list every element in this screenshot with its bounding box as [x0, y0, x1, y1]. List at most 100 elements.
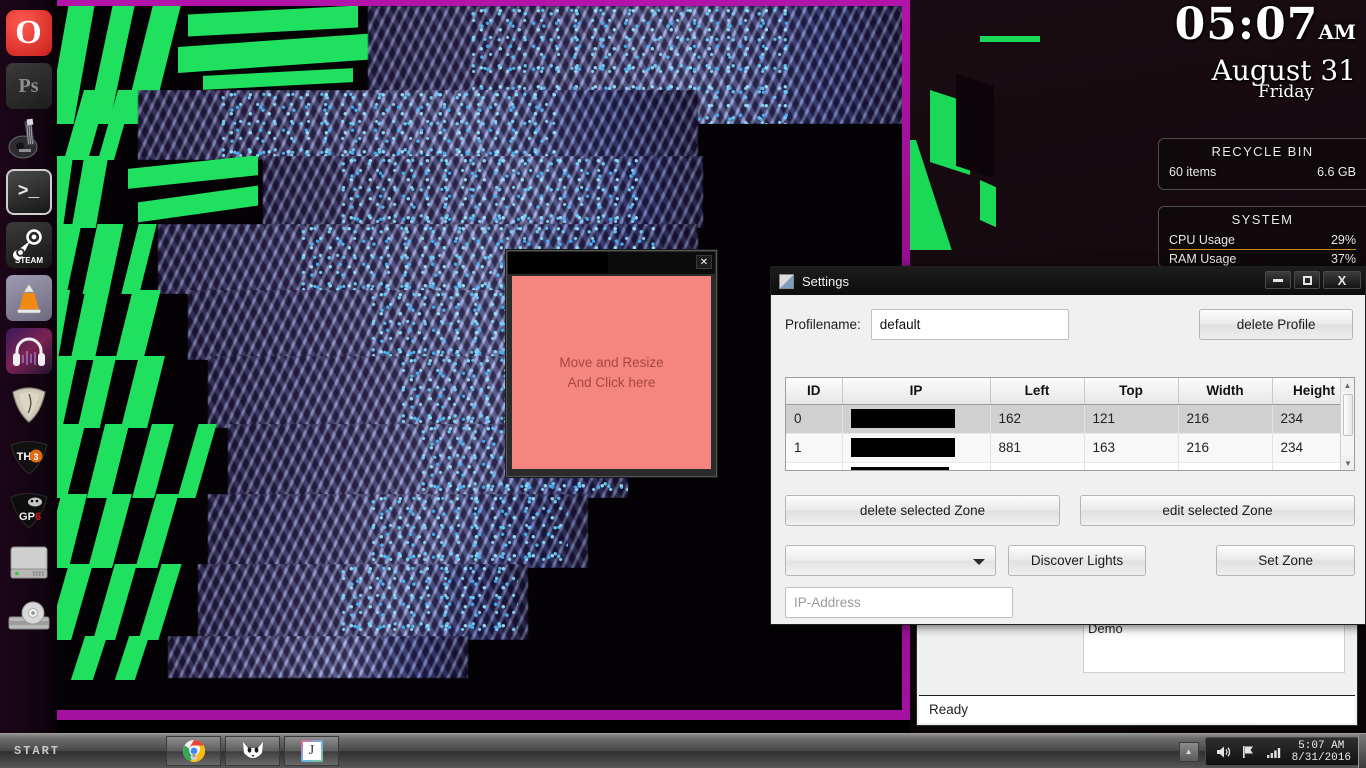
settings-app-icon — [779, 274, 794, 289]
volume-icon[interactable] — [1216, 745, 1232, 759]
profilename-label: Profilename: — [785, 317, 861, 332]
tray-clock-date: 8/31/2016 — [1292, 752, 1351, 764]
dock-icon-terminal[interactable]: >_ — [6, 169, 52, 215]
cpu-usage-label: CPU Usage — [1169, 233, 1235, 247]
ram-usage-value: 37% — [1331, 252, 1356, 266]
th3-pick-icon: TH 3 — [7, 437, 51, 477]
lights-dropdown[interactable] — [785, 545, 996, 576]
tray-clock-time: 5:07 AM — [1292, 740, 1351, 752]
window-controls: X — [1265, 271, 1361, 289]
cell-left: 556 — [990, 462, 1084, 471]
demo-list-box[interactable]: Demo — [1083, 619, 1345, 673]
cell-width: 216 — [1178, 404, 1272, 433]
flag-icon[interactable] — [1242, 745, 1256, 759]
dock-icon-gp6[interactable]: GP 6 — [6, 487, 52, 533]
svg-text:GP: GP — [19, 511, 35, 523]
dock-icon-vlc[interactable] — [6, 275, 52, 321]
zone-close-button[interactable]: ✕ — [696, 255, 712, 269]
cell-left: 162 — [990, 404, 1084, 433]
profilename-input[interactable]: default — [871, 309, 1069, 340]
widget-recycle-bin[interactable]: RECYCLE BIN 60 items 6.6 GB — [1158, 138, 1366, 190]
zone-overlay-window[interactable]: ✕ Move and Resize And Click here — [505, 249, 718, 478]
cell-id: 1 — [786, 433, 842, 462]
taskbar: START J — [0, 733, 1366, 768]
tray-clock[interactable]: 5:07 AM 8/31/2016 — [1292, 740, 1351, 764]
svg-text:STEAM: STEAM — [15, 256, 43, 265]
minimize-icon — [1273, 279, 1283, 282]
cell-top: 163 — [1084, 433, 1178, 462]
dock-icon-guitar[interactable] — [6, 116, 52, 162]
zone-window-body[interactable]: Move and Resize And Click here — [512, 276, 711, 469]
column-header-ip[interactable]: IP — [842, 378, 990, 404]
show-desktop-button[interactable] — [1358, 734, 1366, 768]
taskbar-item-chrome[interactable] — [166, 736, 221, 766]
table-row[interactable]: 2 556 473 216 234 — [786, 462, 1355, 471]
guitar-pick-icon — [7, 382, 51, 426]
dock-icon-hard-drive[interactable] — [6, 540, 52, 586]
table-row[interactable]: 0 162 121 216 234 — [786, 404, 1355, 433]
wallpaper-slice — [38, 90, 902, 160]
edit-selected-zone-button[interactable]: edit selected Zone — [1080, 495, 1355, 526]
gp6-pick-icon: GP 6 — [7, 489, 51, 531]
table-scrollbar[interactable]: ▲ ▼ — [1340, 378, 1354, 470]
settings-titlebar[interactable]: Settings X — [771, 267, 1365, 295]
table-row[interactable]: 1 881 163 216 234 — [786, 433, 1355, 462]
taskbar-item-foobar2000[interactable] — [225, 736, 280, 766]
scroll-up-arrow-icon[interactable]: ▲ — [1341, 378, 1354, 392]
widget-system[interactable]: SYSTEM CPU Usage 29% RAM Usage 37% — [1158, 206, 1366, 268]
zone-window-titlebar[interactable]: ✕ — [508, 252, 715, 274]
java-app-icon: J — [301, 740, 323, 762]
ram-usage-label: RAM Usage — [1169, 252, 1236, 266]
cell-id: 2 — [786, 462, 842, 471]
cell-width: 216 — [1178, 462, 1272, 471]
ip-redaction — [851, 438, 955, 457]
tray-icon-group: 5:07 AM 8/31/2016 — [1205, 737, 1362, 766]
dock-icon-opera[interactable]: O — [6, 10, 52, 56]
start-button[interactable]: START — [0, 734, 110, 768]
dock-icon-headphones[interactable] — [6, 328, 52, 374]
dock-icon-cd-drive[interactable] — [6, 593, 52, 639]
recycle-bin-title: RECYCLE BIN — [1169, 144, 1356, 159]
taskbar-item-java-app[interactable]: J — [284, 736, 339, 766]
vlc-cone-icon — [11, 280, 47, 316]
scrollbar-thumb[interactable] — [1343, 394, 1353, 436]
steam-icon: STEAM — [8, 224, 50, 266]
network-icon[interactable] — [1266, 745, 1282, 759]
delete-selected-zone-button[interactable]: delete selected Zone — [785, 495, 1060, 526]
discover-lights-button[interactable]: Discover Lights — [1008, 545, 1147, 576]
column-header-width[interactable]: Width — [1178, 378, 1272, 404]
desktop-dock: O Ps >_ — [0, 0, 57, 733]
wallpaper-slice — [38, 636, 902, 696]
column-header-id[interactable]: ID — [786, 378, 842, 404]
column-header-top[interactable]: Top — [1084, 378, 1178, 404]
demo-status-bar: Ready — [919, 695, 1355, 723]
scroll-down-arrow-icon[interactable]: ▼ — [1341, 456, 1355, 470]
system-title: SYSTEM — [1169, 212, 1356, 227]
photoshop-icon: Ps — [19, 75, 39, 98]
table-header-row: ID IP Left Top Width Height — [786, 378, 1355, 404]
headphones-icon — [9, 333, 49, 369]
dock-icon-steam[interactable]: STEAM — [6, 222, 52, 268]
dock-icon-guitar-pick[interactable] — [6, 381, 52, 427]
maximize-button[interactable] — [1294, 271, 1320, 289]
cpu-usage-value: 29% — [1331, 233, 1356, 247]
column-header-left[interactable]: Left — [990, 378, 1084, 404]
delete-profile-button[interactable]: delete Profile — [1199, 309, 1353, 340]
zone-instruction-line2: And Click here — [568, 373, 656, 393]
ip-redaction — [851, 467, 949, 471]
ip-address-row: IP-Address — [785, 587, 1013, 618]
tray-expand-button[interactable]: ▲ — [1179, 742, 1199, 762]
maximize-icon — [1303, 276, 1312, 285]
dock-icon-th3[interactable]: TH 3 — [6, 434, 52, 480]
minimize-button[interactable] — [1265, 271, 1291, 289]
zone-window-title-redaction — [508, 252, 608, 274]
zones-table[interactable]: ID IP Left Top Width Height 0 162 — [785, 377, 1355, 471]
close-button[interactable]: X — [1323, 271, 1361, 289]
system-cpu-row: CPU Usage 29% — [1169, 231, 1356, 250]
foobar2000-fox-icon — [240, 740, 266, 762]
set-zone-button[interactable]: Set Zone — [1216, 545, 1355, 576]
ip-address-input[interactable]: IP-Address — [785, 587, 1013, 618]
settings-window[interactable]: Settings X Profilename: default delete P… — [770, 266, 1366, 625]
settings-body: Profilename: default delete Profile ID I… — [771, 295, 1365, 626]
dock-icon-photoshop[interactable]: Ps — [6, 63, 52, 109]
